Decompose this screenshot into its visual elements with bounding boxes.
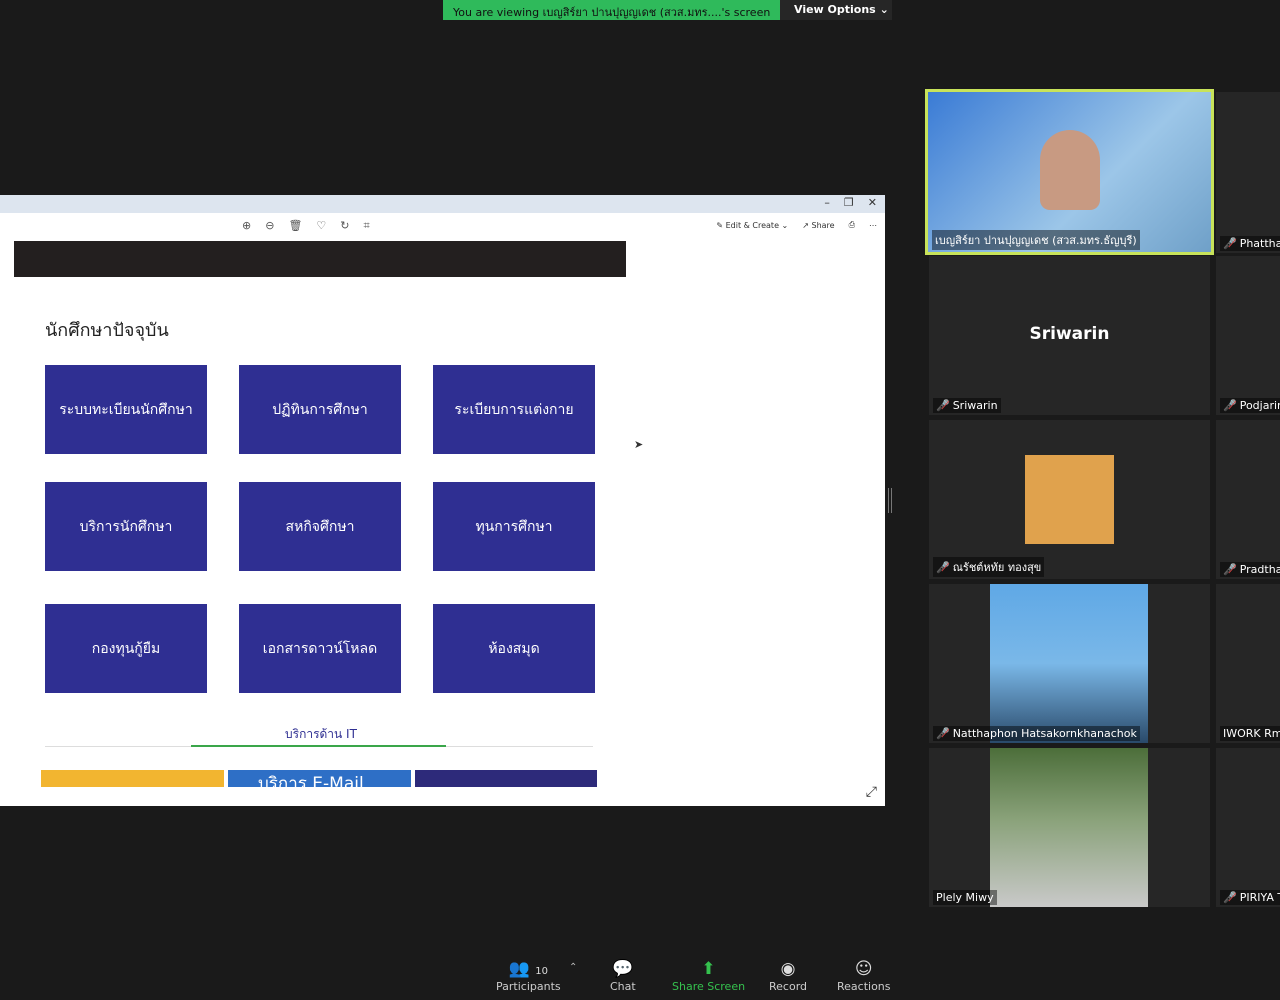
restore-icon[interactable]: ❐ [844,196,854,209]
participant-video [990,748,1148,907]
tile-dress-code[interactable]: ระเบียบการแต่งกาย [433,365,595,454]
participant-name: เบญสิร์ยา ปานปุญญเดช (สวส.มทร.ธัญบุรี) [935,234,1137,247]
muted-mic-icon: 🎤̸ [1223,237,1237,250]
video-tile[interactable]: 🎤̸ Natthaphon Hatsakornkhanachok [929,584,1210,743]
participants-count: 10 [535,966,548,977]
edit-create-button[interactable]: ✎ Edit & Create ⌄ [716,221,788,230]
record-button[interactable]: ◉ Record [769,958,807,993]
tile-registration[interactable]: ระบบทะเบียนนักศึกษา [45,365,207,454]
mouse-cursor-icon: ➤ [634,438,644,451]
chat-button[interactable]: 💬 Chat [610,958,636,993]
muted-mic-icon: 🎤̸ [1223,891,1237,904]
chat-label: Chat [610,980,636,993]
video-tile[interactable]: 🎤̸ PIRIYA T [1216,748,1280,907]
crop-icon[interactable]: ⌗ [364,219,370,233]
video-tile-speaker[interactable]: เบญสิร์ยา ปานปุญญเดช (สวส.มทร.ธัญบุรี) [925,89,1214,255]
it-banner-email[interactable]: บริการ E-Mail [228,770,411,787]
participant-video [990,584,1148,743]
tile-student-services[interactable]: บริการนักศึกษา [45,482,207,571]
rotate-icon[interactable]: ↻ [340,219,349,233]
record-label: Record [769,980,808,993]
participants-label: Participants [496,980,561,993]
meeting-toolbar: 👥 10 Participants ⌃ 💬 Chat ⬆ Share Scree… [0,950,1280,1000]
chat-icon: 💬 [612,959,634,979]
delete-icon[interactable]: 🗑 [288,219,302,233]
video-tile[interactable]: Plely Miwy [929,748,1210,907]
video-tile[interactable]: 🎤̸Phatthar [1216,92,1280,253]
reactions-label: Reactions [837,980,891,993]
participant-name: Sriwarin [952,399,998,412]
viewing-banner: You are viewing เบญสิร์ยา ปานปุญญเดช (สว… [443,0,892,20]
share-button[interactable]: ↗ Share [802,221,834,230]
muted-mic-icon: 🎤̸ [936,399,950,412]
video-tile[interactable]: 🎤̸Pradthar [1216,420,1280,579]
participants-icon: 👥 [508,959,530,979]
participant-name: Pradthar [1239,563,1280,576]
video-tile[interactable]: IWORK Rm [1216,584,1280,743]
video-tile[interactable]: 🎤̸ ณรัชต์หทัย ทองสุข [929,420,1210,579]
zoom-in-icon[interactable]: ⊕ [242,219,251,233]
participant-name: Plely Miwy [936,891,994,904]
participant-name: PIRIYA T [1239,891,1280,904]
print-icon[interactable]: ⎙ [849,220,855,230]
video-tile[interactable]: 🎤̸ Podjarin [1216,256,1280,415]
chevron-up-icon[interactable]: ⌃ [569,962,577,973]
close-icon[interactable]: ✕ [868,196,877,209]
tile-calendar[interactable]: ปฏิทินการศึกษา [239,365,401,454]
tab-active-indicator [191,745,446,747]
photo-viewer-titlebar: – ❐ ✕ [0,195,885,213]
participant-name: IWORK Rm [1223,727,1280,740]
muted-mic-icon: 🎤̸ [936,727,950,740]
it-services-title: บริการด้าน IT [285,727,357,741]
section-title: นักศึกษาปัจจุบัน [45,320,169,341]
viewing-text: You are viewing เบญสิร์ยา ปานปุญญเดช (สว… [443,0,780,20]
shared-screen: – ❐ ✕ ⊕ ⊖ 🗑 ♡ ↻ ⌗ ✎ Edit & Create ⌄ ↗ Sh… [0,195,885,806]
panel-splitter-handle[interactable] [888,488,892,513]
minimize-icon[interactable]: – [824,196,830,209]
share-screen-label: Share Screen [672,980,746,993]
it-banner-3[interactable] [415,770,597,787]
tile-scholarship[interactable]: ทุนการศึกษา [433,482,595,571]
participants-button[interactable]: 👥 10 Participants [496,958,561,993]
tile-cooperative[interactable]: สหกิจศึกษา [239,482,401,571]
zoom-out-icon[interactable]: ⊖ [265,219,274,233]
muted-mic-icon: 🎤̸ [1223,563,1237,576]
share-screen-icon: ⬆ [701,959,716,979]
speaker-video [1040,130,1100,210]
record-icon: ◉ [780,959,796,979]
muted-mic-icon: 🎤̸ [936,560,950,574]
reactions-button[interactable]: ☺ Reactions [837,958,891,993]
avatar [1025,455,1114,544]
tile-loan-fund[interactable]: กองทุนกู้ยืม [45,604,207,693]
reactions-icon: ☺ [854,959,873,979]
video-tile[interactable]: Sriwarin 🎤̸ Sriwarin [929,256,1210,415]
favorite-icon[interactable]: ♡ [316,219,326,233]
site-header-bar [14,241,626,277]
participant-name: Natthaphon Hatsakornkhanachok [952,727,1137,740]
tile-library[interactable]: ห้องสมุด [433,604,595,693]
share-screen-button[interactable]: ⬆ Share Screen [672,958,745,993]
more-icon[interactable]: ⋯ [869,221,877,230]
view-options-button[interactable]: View Options ⌄ [780,0,892,20]
muted-mic-icon: 🎤̸ [1223,399,1237,412]
participant-name: Podjarin [1239,399,1280,412]
photo-toolbar: ⊕ ⊖ 🗑 ♡ ↻ ⌗ ✎ Edit & Create ⌄ ↗ Share ⎙ … [0,213,885,241]
participant-name: Phatthar [1239,237,1280,250]
it-banner-1[interactable] [41,770,224,787]
tile-downloads[interactable]: เอกสารดาวน์โหลด [239,604,401,693]
participant-display-name: Sriwarin [1029,324,1110,344]
participant-name: ณรัชต์หทัย ทองสุข [952,561,1042,574]
expand-icon[interactable]: ⤢ [866,784,877,800]
